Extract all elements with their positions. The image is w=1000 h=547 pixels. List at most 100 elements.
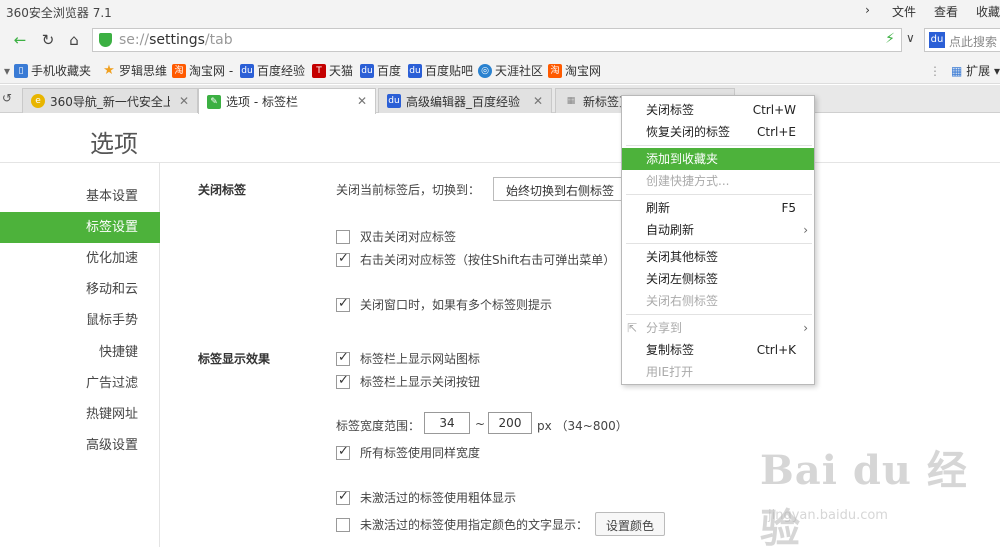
- title-bar: 360安全浏览器 7.1 › 文件 查看 收藏: [0, 0, 1000, 24]
- bookmark-item[interactable]: ★ 罗辑思维: [102, 62, 167, 79]
- baidu-paw-icon: du: [408, 63, 422, 78]
- bookmark-item[interactable]: ▾ ▯ 手机收藏夹: [4, 62, 91, 79]
- menu-open-in-ie: 用IE打开: [646, 365, 694, 379]
- bookmark-item[interactable]: ◎ 天涯社区: [478, 62, 543, 79]
- bookmark-item[interactable]: du 百度经验: [240, 62, 305, 79]
- checkbox-box[interactable]: [336, 444, 350, 460]
- bookmark-item[interactable]: du 百度贴吧: [408, 62, 473, 79]
- menu-separator: [626, 314, 812, 315]
- menu-separator: [626, 145, 812, 146]
- home-icon[interactable]: ⌂: [64, 30, 84, 50]
- bookmark-item[interactable]: 淘淘宝网: [548, 62, 601, 79]
- search-placeholder: 点此搜索: [949, 35, 998, 49]
- set-color-button[interactable]: 设置颜色: [595, 512, 666, 536]
- baidu-paw-icon: du: [360, 63, 374, 78]
- window-menus: › 文件 查看 收藏: [847, 3, 1000, 20]
- tab-width-unit: px （34~800）: [537, 419, 628, 433]
- window-title: 360安全浏览器 7.1: [6, 6, 112, 20]
- close-icon[interactable]: ✕: [357, 94, 367, 108]
- close-icon[interactable]: ✕: [533, 94, 543, 108]
- menu-close-right-tabs: 关闭右侧标签: [646, 294, 719, 308]
- chevron-down-icon[interactable]: ∨: [906, 31, 915, 45]
- menu-restore-closed-tab[interactable]: 恢复关闭的标签 Ctrl+E: [622, 121, 814, 143]
- tmall-icon: T: [312, 63, 326, 78]
- menu-share-to: ⇱ 分享到 ›: [622, 317, 814, 339]
- rightclick-close-checkbox[interactable]: 右击关闭对应标签（按住Shift右击可弹出菜单）: [336, 251, 615, 268]
- taobao-icon: 淘: [548, 63, 562, 78]
- sidebar-item-shortcuts[interactable]: 快捷键: [0, 337, 160, 368]
- menu-auto-refresh[interactable]: 自动刷新 ›: [622, 219, 814, 241]
- grid-icon: ▦: [566, 96, 576, 106]
- menu-separator: [626, 243, 812, 244]
- extensions-button[interactable]: ⋮ ▦ 扩展 ▾: [929, 62, 1000, 79]
- switch-after-close-select[interactable]: 始终切换到右侧标签: [493, 177, 633, 201]
- same-width-checkbox[interactable]: 所有标签使用同样宽度: [336, 444, 480, 461]
- url-input[interactable]: se://settings/tab ⚡: [92, 28, 902, 52]
- checkbox-box[interactable]: [336, 373, 350, 389]
- tab-baidu-editor[interactable]: du 高级编辑器_百度经验 ✕: [378, 88, 552, 113]
- tab-bar: ↺ e 360导航_新一代安全上网 ✕ ✎ 选项 - 标签栏 ✕ du 高级编辑…: [0, 85, 1000, 114]
- bookmark-item[interactable]: 淘淘宝网 -: [172, 62, 233, 79]
- section-close-tab-title: 关闭标签: [198, 183, 247, 197]
- checkbox-box[interactable]: [336, 251, 350, 267]
- sidebar-item-advanced[interactable]: 高级设置: [0, 430, 160, 461]
- tianya-icon: ◎: [478, 63, 492, 78]
- page-title: 选项: [90, 130, 138, 158]
- menu-create-shortcut: 创建快捷方式...: [646, 174, 730, 188]
- sidebar-item-mobile-cloud[interactable]: 移动和云: [0, 274, 160, 305]
- menu-add-to-favorites[interactable]: 添加到收藏夹: [622, 148, 814, 170]
- chevron-right-icon[interactable]: ›: [865, 3, 870, 20]
- sidebar-item-tabs[interactable]: 标签设置: [0, 212, 160, 243]
- tab-width-min-input[interactable]: 34: [424, 412, 470, 434]
- sidebar-item-optimize[interactable]: 优化加速: [0, 243, 160, 274]
- close-window-prompt-checkbox[interactable]: 关闭窗口时，如果有多个标签则提示: [336, 296, 552, 313]
- baidu-paw-icon: du: [387, 94, 401, 108]
- sidebar-item-hotkey-url[interactable]: 热键网址: [0, 399, 160, 430]
- menu-copy-tab[interactable]: 复制标签 Ctrl+K: [622, 339, 814, 361]
- show-close-checkbox[interactable]: 标签栏上显示关闭按钮: [336, 373, 480, 390]
- shield-icon: [99, 33, 112, 47]
- checkbox-box[interactable]: [336, 350, 350, 366]
- tab-context-menu: 关闭标签 Ctrl+W 恢复关闭的标签 Ctrl+E 添加到收藏夹 创建快捷方式..…: [621, 95, 815, 385]
- checkbox-box[interactable]: [336, 517, 350, 532]
- color-inactive-checkbox[interactable]: 未激活过的标签使用指定颜色的文字显示：: [336, 516, 588, 533]
- menu-close-left-tabs[interactable]: 关闭左侧标签: [622, 268, 814, 290]
- menu-file[interactable]: 文件: [892, 3, 916, 20]
- lightning-icon[interactable]: ⚡: [885, 31, 895, 47]
- bookmark-item[interactable]: du 百度: [360, 62, 401, 79]
- chevron-right-icon: ›: [803, 223, 808, 237]
- tab-width-separator: ~: [475, 417, 486, 431]
- tab-width-max-input[interactable]: 200: [488, 412, 532, 434]
- sidebar-item-adblock[interactable]: 广告过滤: [0, 368, 160, 399]
- wrench-icon: ✎: [207, 94, 221, 109]
- show-icon-checkbox[interactable]: 标签栏上显示网站图标: [336, 350, 480, 367]
- menu-close-other-tabs[interactable]: 关闭其他标签: [622, 246, 814, 268]
- menu-refresh[interactable]: 刷新 F5: [622, 197, 814, 219]
- menu-favorites[interactable]: 收藏: [976, 3, 1000, 20]
- tab-360nav[interactable]: e 360导航_新一代安全上网 ✕: [22, 88, 198, 113]
- baidu-paw-icon: du: [240, 63, 254, 78]
- share-icon: ⇱: [627, 321, 638, 335]
- close-icon[interactable]: ✕: [179, 94, 189, 108]
- tab-settings[interactable]: ✎ 选项 - 标签栏 ✕: [198, 88, 376, 114]
- menu-separator: [626, 194, 812, 195]
- checkbox-box[interactable]: [336, 229, 350, 244]
- back-arrow-icon[interactable]: ←: [10, 30, 30, 50]
- section-display-title: 标签显示效果: [198, 352, 271, 366]
- menu-close-tab[interactable]: 关闭标签 Ctrl+W: [622, 99, 814, 121]
- checkbox-box[interactable]: [336, 489, 350, 505]
- dblclick-close-checkbox[interactable]: 双击关闭对应标签: [336, 228, 456, 245]
- bold-inactive-checkbox[interactable]: 未激活过的标签使用粗体显示: [336, 489, 516, 506]
- sidebar-item-mouse-gesture[interactable]: 鼠标手势: [0, 305, 160, 336]
- sidebar-item-basic[interactable]: 基本设置: [0, 181, 160, 212]
- checkbox-box[interactable]: [336, 296, 350, 312]
- bookmarks-bar: ▾ ▯ 手机收藏夹 ★ 罗辑思维 淘淘宝网 - du 百度经验 T 天猫 du 百度 du 百…: [0, 56, 1000, 84]
- search-input[interactable]: du 点此搜索: [924, 28, 1000, 52]
- 360-icon: e: [31, 94, 45, 108]
- menu-view[interactable]: 查看: [934, 3, 958, 20]
- url-text: se://settings/tab: [119, 32, 233, 48]
- star-icon: ★: [103, 62, 115, 78]
- reload-icon[interactable]: ↻: [38, 30, 58, 50]
- reopen-tab-icon[interactable]: ↺: [2, 91, 12, 105]
- bookmark-item[interactable]: T 天猫: [312, 62, 353, 79]
